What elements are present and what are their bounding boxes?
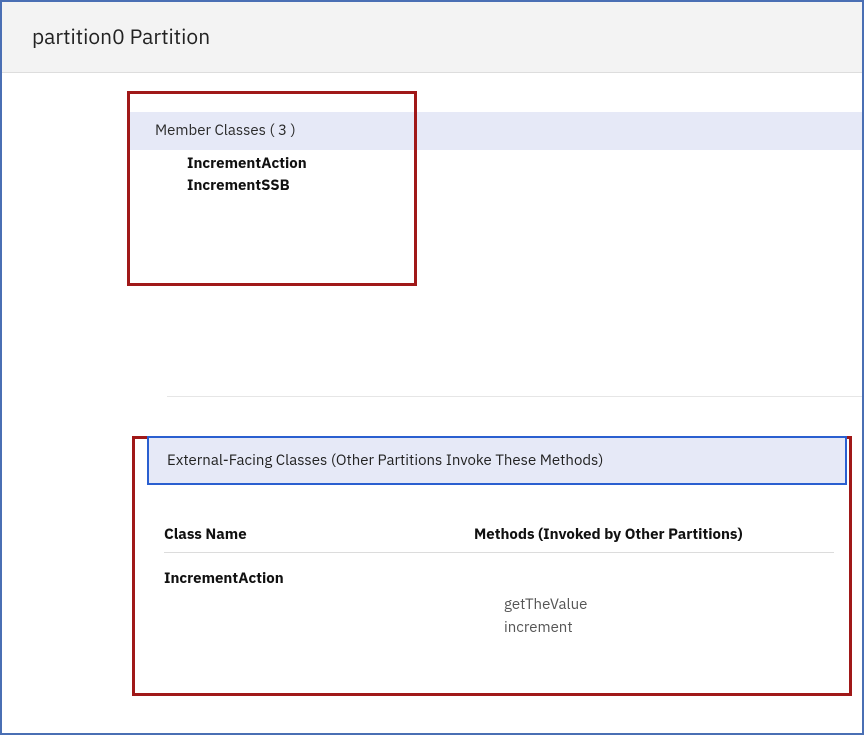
member-classes-header: Member Classes ( 3 ) — [130, 112, 862, 150]
table-header-row: Class Name Methods (Invoked by Other Par… — [164, 525, 834, 553]
external-facing-header-box: External-Facing Classes (Other Partition… — [147, 436, 847, 485]
cell-class-name: IncrementAction — [164, 569, 474, 588]
divider — [167, 396, 862, 397]
method-item: increment — [474, 616, 834, 639]
page-header: partition0 Partition — [2, 2, 862, 73]
member-class-item: IncrementAction — [187, 153, 397, 175]
page-title: partition0 Partition — [32, 22, 832, 50]
page-content: Member Classes ( 3 ) Increment Increment… — [2, 91, 862, 640]
external-facing-header: External-Facing Classes (Other Partition… — [167, 451, 827, 470]
member-class-item: IncrementSSB — [187, 175, 397, 197]
external-facing-box: External-Facing Classes (Other Partition… — [132, 436, 852, 640]
table-row: IncrementAction getTheValue increment — [164, 553, 834, 640]
external-facing-table: Class Name Methods (Invoked by Other Par… — [164, 525, 834, 640]
method-item: getTheValue — [474, 593, 834, 616]
member-classes-list: Increment IncrementAction IncrementSSB — [127, 91, 417, 216]
column-header-methods: Methods (Invoked by Other Partitions) — [474, 525, 834, 544]
cell-methods: getTheValue increment — [474, 569, 834, 640]
member-classes-header-strip: Member Classes ( 3 ) — [130, 112, 862, 150]
column-header-class-name: Class Name — [164, 525, 474, 544]
